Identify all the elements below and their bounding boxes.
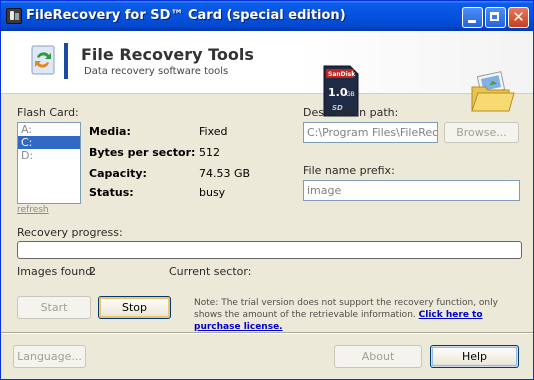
prefix-label: File name prefix: — [303, 164, 395, 177]
progress-label: Recovery progress: — [17, 226, 123, 239]
status-label: Status: — [89, 186, 134, 199]
drive-item-d[interactable]: D: — [18, 149, 80, 162]
title-bar[interactable]: FileRecovery for SD™ Card (special editi… — [1, 1, 533, 31]
flash-card-label: Flash Card: — [17, 106, 79, 119]
destination-path-field[interactable]: C:\Program Files\FileRecov — [303, 122, 438, 143]
start-button[interactable]: Start — [17, 296, 91, 319]
svg-text:GB: GB — [346, 91, 355, 98]
current-sector-label: Current sector: — [169, 265, 252, 278]
minimize-button[interactable] — [462, 7, 483, 28]
trial-note: Note: The trial version does not support… — [194, 297, 524, 333]
footer-separator — [1, 332, 533, 334]
media-value: Fixed — [199, 125, 228, 138]
media-label: Media: — [89, 125, 131, 138]
folder-icon — [471, 71, 515, 112]
images-found-label: Images found: — [17, 265, 96, 278]
app-window: FileRecovery for SD™ Card (special editi… — [0, 0, 534, 380]
maximize-button[interactable] — [485, 7, 506, 28]
drive-item-a[interactable]: A: — [18, 123, 80, 136]
close-button[interactable]: ✕ — [508, 7, 529, 28]
svg-text:SanDisk: SanDisk — [328, 71, 356, 78]
capacity-value: 74.53 GB — [199, 167, 251, 180]
capacity-label: Capacity: — [89, 167, 147, 180]
refresh-link[interactable]: refresh — [17, 205, 49, 215]
bytes-per-sector-label: Bytes per sector: — [89, 146, 196, 159]
stop-button[interactable]: Stop — [98, 296, 171, 319]
logo-title: File Recovery Tools — [81, 45, 254, 64]
window-title: FileRecovery for SD™ Card (special editi… — [26, 8, 346, 23]
recycle-logo-icon — [31, 45, 55, 75]
recovery-progress-bar — [17, 241, 522, 259]
drive-item-c[interactable]: C: — [18, 136, 80, 149]
file-name-prefix-field[interactable]: image — [303, 180, 520, 201]
bytes-per-sector-value: 512 — [199, 146, 220, 159]
logo-separator — [64, 43, 68, 79]
language-button[interactable]: Language... — [13, 345, 86, 368]
about-button[interactable]: About — [334, 345, 422, 368]
images-found-value: 2 — [89, 265, 96, 278]
status-value: busy — [199, 186, 226, 199]
app-icon[interactable] — [6, 8, 22, 24]
header-banner: File Recovery Tools Data recovery softwa… — [1, 31, 533, 117]
flash-card-list[interactable]: A: C: D: — [17, 122, 81, 204]
logo-subtitle: Data recovery software tools — [84, 66, 229, 77]
browse-button[interactable]: Browse... — [444, 122, 519, 143]
svg-text:1.0: 1.0 — [328, 86, 348, 99]
destination-label: Destination path: — [303, 106, 399, 119]
help-button[interactable]: Help — [430, 345, 519, 368]
